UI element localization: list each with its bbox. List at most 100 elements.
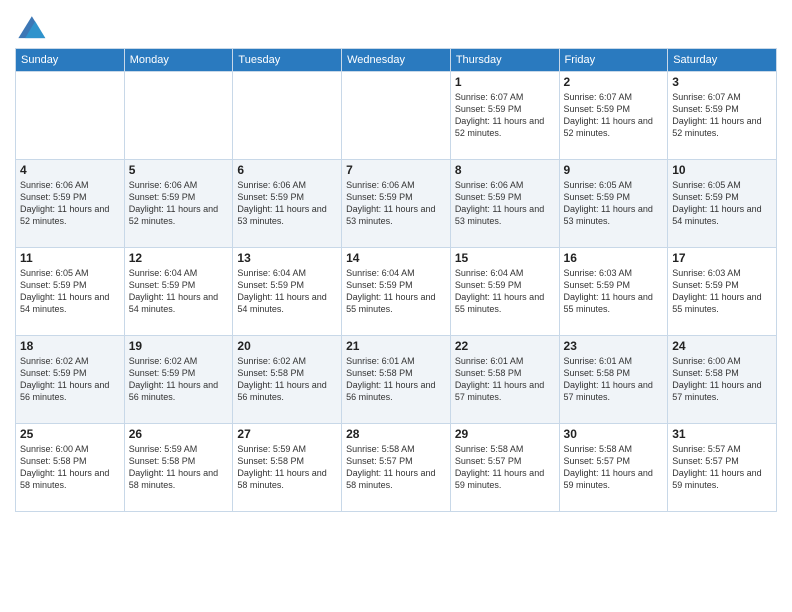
day-info: Sunrise: 6:06 AMSunset: 5:59 PMDaylight:… (346, 179, 446, 228)
calendar-cell (233, 72, 342, 160)
calendar-cell: 29 Sunrise: 5:58 AMSunset: 5:57 PMDayligh… (450, 424, 559, 512)
day-number: 14 (346, 251, 446, 265)
day-number: 19 (129, 339, 229, 353)
day-number: 20 (237, 339, 337, 353)
day-info: Sunrise: 6:06 AMSunset: 5:59 PMDaylight:… (237, 179, 337, 228)
day-info: Sunrise: 5:57 AMSunset: 5:57 PMDaylight:… (672, 443, 772, 492)
calendar-cell: 8 Sunrise: 6:06 AMSunset: 5:59 PMDaylight… (450, 160, 559, 248)
calendar-cell: 25 Sunrise: 6:00 AMSunset: 5:58 PMDayligh… (16, 424, 125, 512)
weekday-header-monday: Monday (124, 49, 233, 72)
calendar-cell: 22Sunrise: 6:01 AMSunset: 5:58 PMDayligh… (450, 336, 559, 424)
calendar-cell: 12 Sunrise: 6:04 AMSunset: 5:59 PMDayligh… (124, 248, 233, 336)
calendar-cell: 5 Sunrise: 6:06 AMSunset: 5:59 PMDaylight… (124, 160, 233, 248)
weekday-header-saturday: Saturday (668, 49, 777, 72)
calendar-cell: 10Sunrise: 6:05 AMSunset: 5:59 PMDayligh… (668, 160, 777, 248)
day-info: Sunrise: 6:03 AMSunset: 5:59 PMDaylight:… (564, 267, 664, 316)
header (15, 10, 777, 42)
day-number: 12 (129, 251, 229, 265)
calendar-cell: 16Sunrise: 6:03 AMSunset: 5:59 PMDayligh… (559, 248, 668, 336)
calendar-cell: 15 Sunrise: 6:04 AMSunset: 5:59 PMDayligh… (450, 248, 559, 336)
calendar-cell: 28 Sunrise: 5:58 AMSunset: 5:57 PMDayligh… (342, 424, 451, 512)
day-number: 6 (237, 163, 337, 177)
week-row-5: 25 Sunrise: 6:00 AMSunset: 5:58 PMDayligh… (16, 424, 777, 512)
weekday-header-sunday: Sunday (16, 49, 125, 72)
calendar-cell: 4 Sunrise: 6:06 AMSunset: 5:59 PMDaylight… (16, 160, 125, 248)
day-info: Sunrise: 6:04 AMSunset: 5:59 PMDaylight:… (455, 267, 555, 316)
day-info: Sunrise: 6:01 AMSunset: 5:58 PMDaylight:… (346, 355, 446, 404)
day-number: 15 (455, 251, 555, 265)
day-info: Sunrise: 5:59 AMSunset: 5:58 PMDaylight:… (237, 443, 337, 492)
day-info: Sunrise: 5:58 AMSunset: 5:57 PMDaylight:… (564, 443, 664, 492)
day-info: Sunrise: 6:06 AMSunset: 5:59 PMDaylight:… (129, 179, 229, 228)
day-info: Sunrise: 5:58 AMSunset: 5:57 PMDaylight:… (346, 443, 446, 492)
calendar-body: 1Sunrise: 6:07 AMSunset: 5:59 PMDaylight… (16, 72, 777, 512)
calendar-cell: 11 Sunrise: 6:05 AMSunset: 5:59 PMDayligh… (16, 248, 125, 336)
day-number: 21 (346, 339, 446, 353)
week-row-1: 1Sunrise: 6:07 AMSunset: 5:59 PMDaylight… (16, 72, 777, 160)
calendar-cell: 7 Sunrise: 6:06 AMSunset: 5:59 PMDaylight… (342, 160, 451, 248)
day-number: 23 (564, 339, 664, 353)
calendar-cell: 26Sunrise: 5:59 AMSunset: 5:58 PMDayligh… (124, 424, 233, 512)
week-row-4: 18 Sunrise: 6:02 AMSunset: 5:59 PMDayligh… (16, 336, 777, 424)
day-info: Sunrise: 6:00 AMSunset: 5:58 PMDaylight:… (20, 443, 120, 492)
day-number: 10 (672, 163, 772, 177)
calendar-cell: 23Sunrise: 6:01 AMSunset: 5:58 PMDayligh… (559, 336, 668, 424)
calendar-cell: 17Sunrise: 6:03 AMSunset: 5:59 PMDayligh… (668, 248, 777, 336)
day-number: 26 (129, 427, 229, 441)
calendar-cell: 31Sunrise: 5:57 AMSunset: 5:57 PMDayligh… (668, 424, 777, 512)
calendar-cell: 20 Sunrise: 6:02 AMSunset: 5:58 PMDayligh… (233, 336, 342, 424)
weekday-header-thursday: Thursday (450, 49, 559, 72)
weekday-header-friday: Friday (559, 49, 668, 72)
day-info: Sunrise: 6:05 AMSunset: 5:59 PMDaylight:… (20, 267, 120, 316)
calendar-cell: 1Sunrise: 6:07 AMSunset: 5:59 PMDaylight… (450, 72, 559, 160)
day-info: Sunrise: 6:02 AMSunset: 5:58 PMDaylight:… (237, 355, 337, 404)
day-info: Sunrise: 6:05 AMSunset: 5:59 PMDaylight:… (564, 179, 664, 228)
day-number: 8 (455, 163, 555, 177)
day-info: Sunrise: 6:07 AMSunset: 5:59 PMDaylight:… (672, 91, 772, 140)
day-info: Sunrise: 6:06 AMSunset: 5:59 PMDaylight:… (20, 179, 120, 228)
day-number: 30 (564, 427, 664, 441)
day-number: 9 (564, 163, 664, 177)
calendar-cell: 19Sunrise: 6:02 AMSunset: 5:59 PMDayligh… (124, 336, 233, 424)
day-number: 22 (455, 339, 555, 353)
calendar-cell (124, 72, 233, 160)
weekday-header-wednesday: Wednesday (342, 49, 451, 72)
week-row-3: 11 Sunrise: 6:05 AMSunset: 5:59 PMDayligh… (16, 248, 777, 336)
day-info: Sunrise: 6:07 AMSunset: 5:59 PMDaylight:… (564, 91, 664, 140)
day-number: 28 (346, 427, 446, 441)
day-number: 29 (455, 427, 555, 441)
day-info: Sunrise: 5:58 AMSunset: 5:57 PMDaylight:… (455, 443, 555, 492)
day-number: 7 (346, 163, 446, 177)
day-info: Sunrise: 6:04 AMSunset: 5:59 PMDaylight:… (129, 267, 229, 316)
day-info: Sunrise: 6:04 AMSunset: 5:59 PMDaylight:… (346, 267, 446, 316)
day-info: Sunrise: 6:04 AMSunset: 5:59 PMDaylight:… (237, 267, 337, 316)
weekday-row: SundayMondayTuesdayWednesdayThursdayFrid… (16, 49, 777, 72)
calendar-cell: 14 Sunrise: 6:04 AMSunset: 5:59 PMDayligh… (342, 248, 451, 336)
day-number: 24 (672, 339, 772, 353)
calendar-cell: 24 Sunrise: 6:00 AMSunset: 5:58 PMDayligh… (668, 336, 777, 424)
calendar-cell: 13Sunrise: 6:04 AMSunset: 5:59 PMDayligh… (233, 248, 342, 336)
day-info: Sunrise: 6:02 AMSunset: 5:59 PMDaylight:… (20, 355, 120, 404)
day-number: 25 (20, 427, 120, 441)
day-number: 2 (564, 75, 664, 89)
day-number: 5 (129, 163, 229, 177)
day-number: 3 (672, 75, 772, 89)
day-info: Sunrise: 6:00 AMSunset: 5:58 PMDaylight:… (672, 355, 772, 404)
calendar-cell (16, 72, 125, 160)
day-info: Sunrise: 6:07 AMSunset: 5:59 PMDaylight:… (455, 91, 555, 140)
logo-icon (15, 14, 47, 42)
day-info: Sunrise: 6:06 AMSunset: 5:59 PMDaylight:… (455, 179, 555, 228)
calendar-cell: 6 Sunrise: 6:06 AMSunset: 5:59 PMDaylight… (233, 160, 342, 248)
day-info: Sunrise: 6:03 AMSunset: 5:59 PMDaylight:… (672, 267, 772, 316)
calendar-cell: 2 Sunrise: 6:07 AMSunset: 5:59 PMDaylight… (559, 72, 668, 160)
calendar-cell: 27 Sunrise: 5:59 AMSunset: 5:58 PMDayligh… (233, 424, 342, 512)
logo-area (15, 10, 49, 42)
day-number: 18 (20, 339, 120, 353)
calendar-cell: 21 Sunrise: 6:01 AMSunset: 5:58 PMDayligh… (342, 336, 451, 424)
calendar-cell: 30 Sunrise: 5:58 AMSunset: 5:57 PMDayligh… (559, 424, 668, 512)
day-number: 27 (237, 427, 337, 441)
day-number: 11 (20, 251, 120, 265)
weekday-header-tuesday: Tuesday (233, 49, 342, 72)
day-number: 4 (20, 163, 120, 177)
calendar-page: SundayMondayTuesdayWednesdayThursdayFrid… (0, 0, 792, 612)
